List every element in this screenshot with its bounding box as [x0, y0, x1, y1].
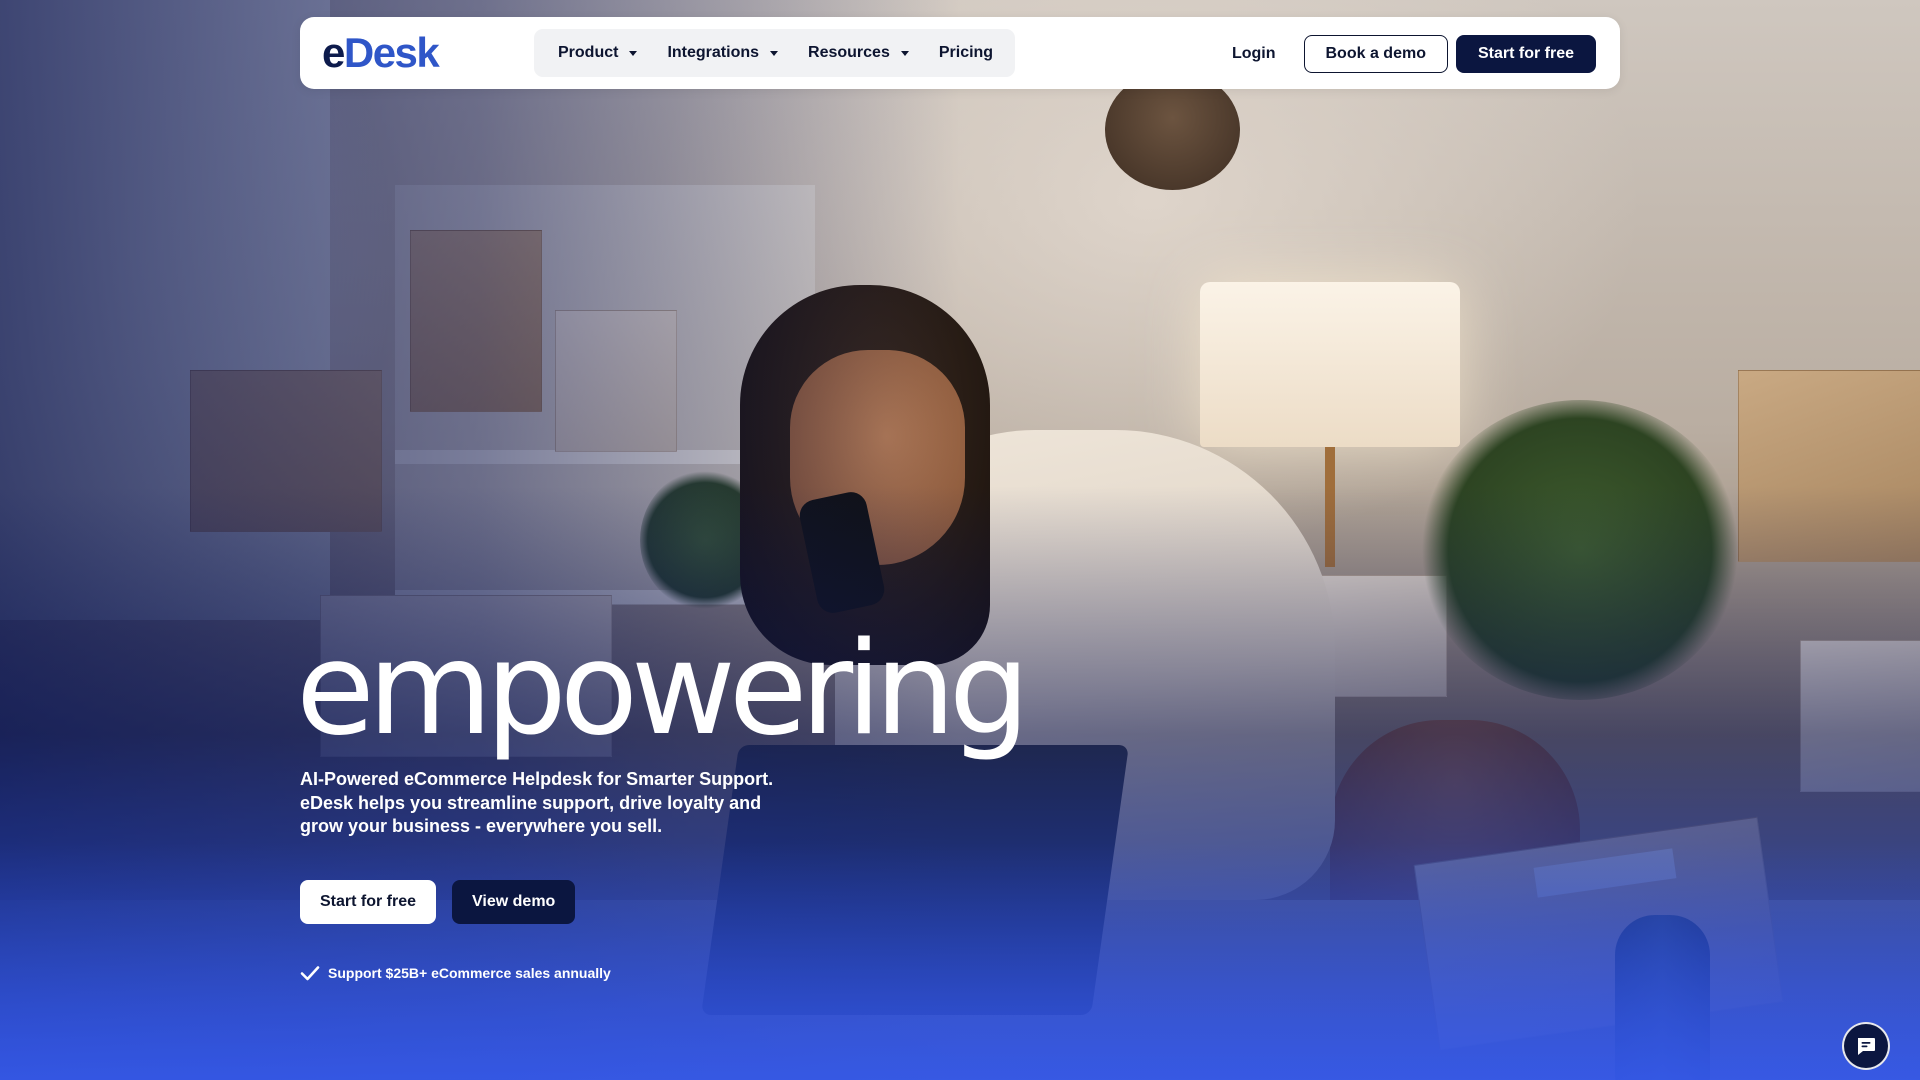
view-demo-button[interactable]: View demo	[452, 880, 576, 924]
nav-item-label: Product	[558, 44, 619, 61]
nav-actions: Login Book a demo Start for free	[1232, 34, 1596, 74]
hero-start-free-button[interactable]: Start for free	[300, 880, 437, 924]
nav-item-pricing[interactable]: Pricing	[939, 44, 993, 62]
main-nav-menu: Product Integrations Resources Pricing	[534, 29, 1016, 77]
chevron-down-icon	[629, 50, 638, 56]
book-demo-button[interactable]: Book a demo	[1303, 35, 1448, 73]
login-link[interactable]: Login	[1232, 45, 1276, 63]
chevron-down-icon	[770, 50, 779, 56]
check-icon	[300, 966, 320, 981]
chevron-down-icon	[900, 50, 909, 56]
chat-icon	[1858, 1038, 1875, 1055]
nav-item-label: Pricing	[938, 44, 994, 61]
top-navbar: eDesk Product Integrations Resources Pri…	[300, 17, 1620, 89]
landing-page: eDesk Product Integrations Resources Pri…	[0, 0, 1920, 1080]
hero-cta-group: Start for free View demo	[300, 880, 576, 924]
nav-item-integrations[interactable]: Integrations	[667, 44, 779, 62]
nav-item-label: Integrations	[667, 44, 760, 61]
social-proof-text: Support $25B+ eCommerce sales annually	[328, 965, 611, 981]
social-proof: Support $25B+ eCommerce sales annually	[300, 963, 611, 983]
nav-item-label: Resources	[808, 44, 890, 61]
chat-launcher-button[interactable]	[1842, 1022, 1890, 1070]
hero-headline: empowering	[296, 615, 1030, 764]
nav-item-resources[interactable]: Resources	[808, 44, 909, 62]
hero-gradient-overlay-bottom	[0, 0, 1920, 1080]
hero-subtitle: AI-Powered eCommerce Helpdesk for Smarte…	[300, 769, 774, 836]
edesk-logo[interactable]: eDesk	[322, 29, 440, 77]
nav-start-free-button[interactable]: Start for free	[1455, 35, 1596, 73]
nav-item-product[interactable]: Product	[558, 44, 638, 62]
